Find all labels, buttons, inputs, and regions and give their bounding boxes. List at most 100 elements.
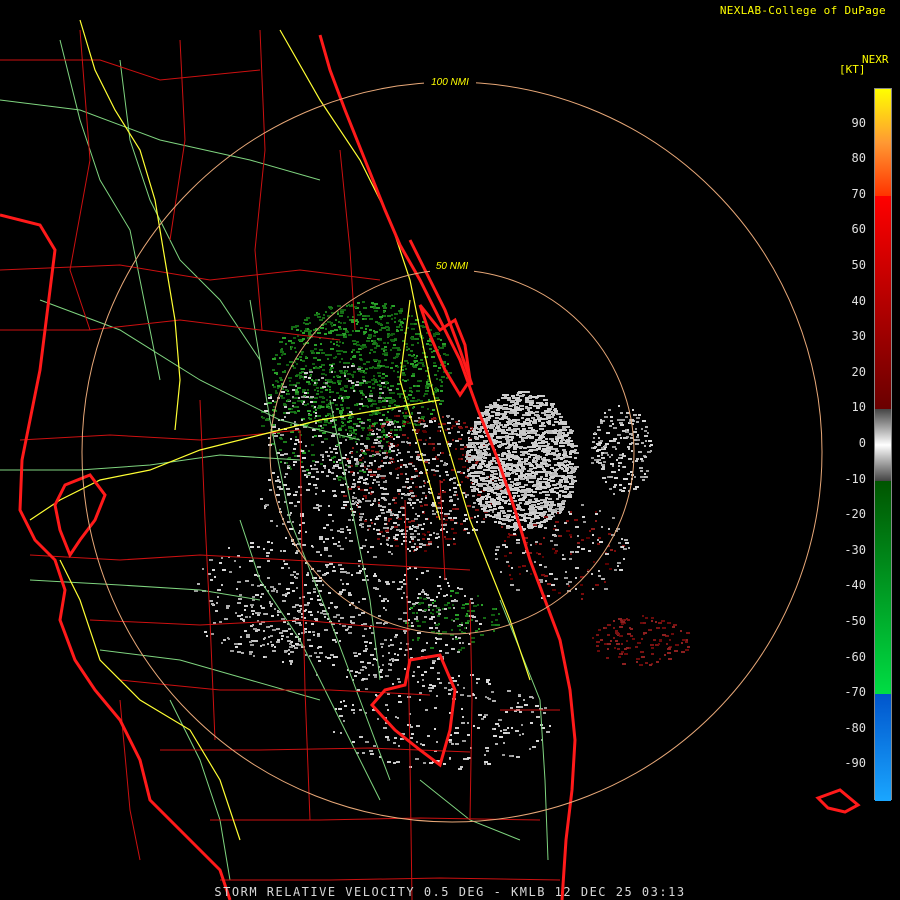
echo-pixel: [524, 391, 529, 393]
echo-pixel: [272, 629, 276, 631]
echo-pixel: [382, 423, 386, 425]
echo-pixel: [636, 417, 640, 419]
echo-pixel: [338, 345, 340, 347]
echo-pixel: [398, 695, 401, 697]
echo-pixel: [386, 417, 388, 419]
echo-pixel: [629, 443, 632, 445]
echo-pixel: [390, 429, 393, 431]
echo-pixel: [373, 471, 377, 473]
echo-pixel: [349, 540, 353, 542]
credit-label[interactable]: NEXLAB-College of DuPage: [720, 4, 886, 17]
echo-pixel: [360, 443, 364, 445]
echo-pixel: [524, 460, 528, 462]
echo-pixel: [267, 541, 270, 543]
echo-pixel: [390, 307, 392, 309]
echo-pixel: [630, 635, 633, 637]
scale-band: [875, 89, 891, 196]
echo-pixel: [384, 303, 387, 305]
echo-pixel: [608, 528, 610, 530]
echo-pixel: [456, 423, 460, 425]
echo-pixel: [300, 608, 302, 610]
echo-pixel: [492, 728, 494, 730]
echo-pixel: [369, 393, 373, 395]
echo-pixel: [519, 391, 523, 393]
echo-pixel: [484, 763, 486, 765]
echo-pixel: [275, 354, 278, 356]
echo-pixel: [404, 574, 406, 576]
echo-pixel: [516, 470, 521, 472]
echo-pixel: [344, 424, 346, 426]
echo-pixel: [420, 325, 424, 327]
echo-pixel: [364, 641, 368, 643]
echo-pixel: [641, 656, 645, 658]
echo-pixel: [250, 644, 254, 646]
echo-pixel: [228, 638, 230, 640]
echo-pixel: [467, 532, 470, 534]
echo-pixel: [332, 570, 336, 572]
echo-pixel: [315, 412, 317, 414]
echo-pixel: [398, 410, 401, 412]
echo-pixel: [524, 704, 528, 706]
echo-pixel: [382, 535, 385, 537]
echo-pixel: [556, 498, 559, 500]
echo-pixel: [316, 504, 319, 506]
echo-pixel: [475, 462, 478, 464]
echo-pixel: [498, 479, 501, 481]
echo-pixel: [459, 642, 461, 644]
echo-pixel: [315, 461, 319, 463]
echo-pixel: [534, 473, 538, 475]
echo-pixel: [573, 445, 578, 447]
echo-pixel: [382, 373, 385, 375]
echo-pixel: [356, 351, 360, 353]
echo-pixel: [348, 592, 351, 594]
echo-pixel: [539, 579, 543, 581]
echo-pixel: [514, 487, 519, 489]
echo-pixel: [367, 579, 369, 581]
echo-pixel: [461, 607, 465, 609]
echo-pixel: [361, 526, 364, 528]
echo-pixel: [414, 518, 418, 520]
echo-pixel: [349, 430, 352, 432]
echo-pixel: [352, 340, 356, 342]
echo-pixel: [597, 426, 600, 428]
echo-pixel: [216, 602, 218, 604]
echo-pixel: [543, 537, 545, 539]
echo-pixel: [464, 514, 467, 516]
echo-pixel: [525, 501, 529, 503]
legend-tick: -70: [844, 685, 866, 700]
echo-pixel: [333, 357, 336, 359]
echo-pixel: [385, 436, 388, 438]
echo-pixel: [414, 360, 418, 362]
echo-pixel: [383, 598, 387, 600]
echo-pixel: [277, 614, 279, 616]
echo-pixel: [290, 424, 292, 426]
highway-lines: [29, 19, 531, 841]
echo-pixel: [515, 484, 519, 486]
echo-pixel: [418, 417, 420, 419]
echo-pixel: [258, 546, 260, 548]
echo-pixel: [342, 342, 344, 344]
echo-pixel: [449, 741, 452, 743]
echo-pixel: [478, 491, 482, 493]
echo-pixel: [682, 639, 686, 641]
echo-pixel: [555, 450, 559, 452]
echo-pixel: [276, 494, 280, 496]
echo-pixel: [397, 678, 400, 680]
echo-pixel: [443, 763, 446, 765]
echo-pixel: [322, 369, 325, 371]
echo-pixel: [252, 613, 254, 615]
echo-pixel: [349, 420, 352, 422]
echo-pixel: [387, 544, 389, 546]
echo-pixel: [389, 392, 391, 394]
echo-pixel: [361, 463, 364, 465]
echo-pixel: [529, 468, 533, 470]
echo-pixel: [492, 700, 496, 702]
echo-pixel: [285, 595, 287, 597]
echo-pixel: [333, 731, 335, 733]
road: [0, 454, 301, 471]
echo-pixel: [485, 420, 488, 422]
echo-pixel: [315, 507, 319, 509]
echo-pixel: [371, 425, 374, 427]
echo-pixel: [298, 431, 301, 433]
echo-pixel: [267, 577, 270, 579]
